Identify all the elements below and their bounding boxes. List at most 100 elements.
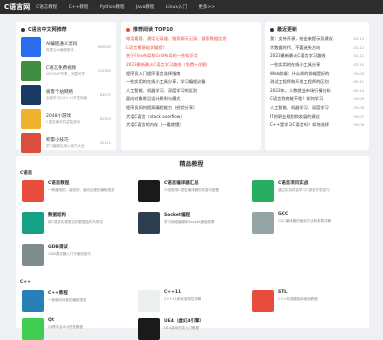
nav-item-cpp[interactable]: C++教程 (69, 5, 89, 10)
recommend-item-icon (21, 85, 41, 105)
update-item-date: 03-10 (353, 63, 364, 68)
tutorial-card[interactable]: GCC GCC编译器的使用方法和参数详解 (252, 212, 362, 234)
update-item[interactable]: C语言到底能干啥？如何学习 09-09 (265, 95, 369, 104)
recommend-item[interactable]: AI编程通义灵码 阿里云AI编程助手 950542 (16, 35, 116, 59)
tutorial-card-name: Socket编程 (164, 213, 191, 218)
tutorial-card-image (252, 180, 274, 202)
update-item-text: C语言到底能干啥？如何学习 (270, 96, 324, 102)
top10-item[interactable]: 大话C语言的内存（一看就懂） (121, 121, 261, 130)
top10-item[interactable]: 一些实用的在线小工具分享，学习编程必备 (121, 78, 261, 87)
top10-item-text: 电话看管、通话记录器、搜索聊天记录、搜索数据信息 (126, 36, 227, 42)
tutorial-card[interactable]: C++教程 一种面向对象的编程语言 (22, 290, 132, 312)
tutorial-card-image (138, 318, 160, 340)
tutorial-card-image (252, 212, 274, 234)
nav-item-python[interactable]: Python教程 (100, 5, 125, 10)
top10-item-text: 程序员如何提高编程能力（经验分享） (126, 105, 198, 111)
update-item-date: 03-11 (353, 54, 364, 59)
tutorial-card-desc: 通过实战项目学习C语言开发技巧 (278, 188, 330, 192)
tutorial-card[interactable]: STL C++标准模板库使用教程 (252, 290, 362, 312)
update-item[interactable]: 2023最新最火C语言学习路线 03-11 (265, 52, 369, 61)
tutorial-card[interactable]: C语言教程 一种通用的、高效的、面向过程的编程语言 (22, 180, 132, 202)
update-item-text: Web前端：什么样的前端是好的 (270, 70, 330, 76)
update-item[interactable]: 一些实用的在线小工具分享 03-10 (265, 61, 369, 70)
tutorial-card-desc: GCC编译器的使用方法和参数详解 (278, 219, 332, 223)
update-item-text: IT的职业规划和发展的建议 (270, 113, 320, 119)
nav-item-c[interactable]: C语言教程 (36, 5, 57, 10)
update-item-text: C++是学习C语言吗？如何选择 (270, 122, 329, 128)
top10-title-text: 推荐阅读 TOP10 (133, 27, 174, 33)
site-logo[interactable]: C语言网 (4, 2, 30, 12)
top10-item[interactable]: 电话看管、通话记录器、搜索聊天记录、搜索数据信息 (121, 35, 261, 44)
update-item-text: 一些实用的在线小工具分享 (270, 62, 321, 68)
recommend-item-icon (21, 133, 41, 153)
recommend-item-desc: VIP/SVIP专享，完整可学 (46, 72, 85, 76)
tutorial-card[interactable]: Qt Qt跨平台GUI开发教程 (22, 318, 132, 340)
updates-list: 我：支持开源，给出来提示及建议 03-12 大数据时代、不要迷失方向 03-12 202… (265, 35, 369, 130)
top10-item[interactable]: 2023最新最火C语言学习路线（免费+详细） (121, 61, 261, 70)
tutorial-card-desc: 一种面向对象的编程语言 (48, 298, 87, 302)
update-item[interactable]: Web前端：什么样的前端是好的 03-09 (265, 69, 369, 78)
update-item-date: 09-10 (353, 88, 364, 93)
main-nav: C语言教程 C++教程 Python教程 Java教程 Linux入门 更多>> (36, 4, 225, 10)
update-item[interactable]: C++是学习C语言吗？如何选择 09-06 (265, 121, 369, 130)
tutorial-card[interactable]: Socket编程 学习网络编程和Socket通信原理 (138, 212, 248, 234)
recommend-item-name: AI编程通义灵码 (46, 42, 78, 47)
top10-item-text: 面向对象常见设计原则与模式 (126, 96, 181, 102)
top10-item-text: 2023最新最火C语言学习路线（免费+详细） (126, 62, 211, 68)
update-item-date: 03-12 (353, 45, 364, 50)
nav-item-java[interactable]: Java教程 (136, 5, 155, 10)
top10-item[interactable]: 程序员入门程序语言选择指南 (121, 69, 261, 78)
tutorial-card[interactable]: GDB调试 GDB调试器入门与使用技巧 (22, 244, 132, 266)
nav-item-more[interactable]: 更多>> (198, 5, 215, 10)
recommend-item-count: 950542 (97, 45, 111, 49)
recommend-item[interactable]: 2048小游戏 C语言编写的益智游戏 62520 (16, 107, 116, 131)
tutorial-card-name: STL (278, 290, 288, 295)
top-nav-bar: C语言网 C语言教程 C++教程 Python教程 Java教程 Linux入门… (0, 0, 383, 14)
update-item-text: 我：支持开源，给出来提示及建议 (270, 36, 333, 42)
tutorial-card[interactable]: C语言编译器汇总 介绍常用C语言编译器的安装与配置 (138, 180, 248, 202)
top10-item[interactable]: 面向对象常见设计原则与模式 (121, 95, 261, 104)
tutorial-card-desc: C++11新标准特性详解 (164, 297, 202, 301)
tutorial-card-desc: 介绍常用C语言编译器的安装与配置 (164, 188, 219, 192)
update-item[interactable]: 我：支持开源，给出来提示及建议 03-12 (265, 35, 369, 44)
recommend-item-icon (21, 109, 41, 129)
recommend-item-count: 62520 (99, 117, 111, 121)
recommend-panel-title: C语言中文网推荐 (16, 22, 116, 35)
update-item[interactable]: 测试工程师和开发工程师的区别 09-11 (265, 78, 369, 87)
category-label-c: C语言 (20, 171, 33, 176)
tutorial-card[interactable]: UE4（虚幻4引擎） UE4游戏开发入门教程 (138, 318, 248, 340)
updates-panel: 最近更新 我：支持开源，给出来提示及建议 03-12 大数据时代、不要迷失方向 03-… (265, 22, 369, 150)
top10-item[interactable]: 关于Flex布局和Grid布局的一些知识点 (121, 52, 261, 61)
top10-item[interactable]: 人工智能、机器学习、深度学习的区别 (121, 87, 261, 96)
update-item[interactable]: 大数据时代、不要迷失方向 03-12 (265, 44, 369, 53)
top10-item-text: 大话C语言的内存（一看就懂） (126, 122, 184, 128)
top10-item-text: 一些实用的在线小工具分享，学习编程必备 (126, 79, 206, 85)
update-item[interactable]: IT的职业规划和发展的建议 09-07 (265, 112, 369, 121)
tutorial-card-image (138, 212, 160, 234)
tutorial-card-desc: GDB调试器入门与使用技巧 (48, 252, 91, 256)
update-item[interactable]: 人工智能、机器学习、深度学习 09-08 (265, 104, 369, 113)
top10-item[interactable]: C语言零基础学编程？ (121, 44, 261, 53)
top10-panel: 推荐阅读 TOP10 电话看管、通话记录器、搜索聊天记录、搜索数据信息 C语言零基… (121, 22, 261, 150)
nav-item-linux[interactable]: Linux入门 (166, 5, 187, 10)
tutorial-card-image (138, 290, 160, 312)
top10-list: 电话看管、通话记录器、搜索聊天记录、搜索数据信息 C语言零基础学编程？ 关于Flex… (121, 35, 261, 130)
tutorial-card-image (252, 290, 274, 312)
recommend-item-desc: 阿里云AI编程助手 (46, 48, 74, 52)
tutorial-card[interactable]: 数据结构 用C语言实现常见的数据结构与算法 (22, 212, 132, 234)
update-item[interactable]: 2023年，人数就业市场行情分析 09-10 (265, 87, 369, 96)
top10-item[interactable]: 程序员如何提高编程能力（经验分享） (121, 104, 261, 113)
tutorial-card-name: UE4（虚幻4引擎） (164, 319, 204, 324)
recommend-item-name: 2048小游戏 (46, 114, 71, 119)
tutorial-card[interactable]: C语言项目实战 通过实战项目学习C语言开发技巧 (252, 180, 362, 202)
tutorial-card[interactable]: C++11 C++11新标准特性详解 (138, 290, 248, 312)
update-item-date: 03-12 (353, 37, 364, 42)
recommend-item[interactable]: 积累小技巧 学习编程实用小技巧大全 45211 (16, 131, 116, 155)
recommend-item[interactable]: C语言免费视频 VIP/SVIP专享，完整可学 220383 (16, 59, 116, 83)
recommend-item-name: 极客个站网络 (46, 90, 73, 95)
recommend-item[interactable]: 极客个站网络 全面学习C/C++/开发指南 64071 (16, 83, 116, 107)
top10-item[interactable]: 大话C语言（stack overflow） (121, 112, 261, 121)
top10-panel-title: 推荐阅读 TOP10 (121, 22, 261, 35)
recommend-panel: C语言中文网推荐 AI编程通义灵码 阿里云AI编程助手 950542 C语言免费视… (16, 22, 116, 153)
fire-icon (126, 27, 130, 32)
